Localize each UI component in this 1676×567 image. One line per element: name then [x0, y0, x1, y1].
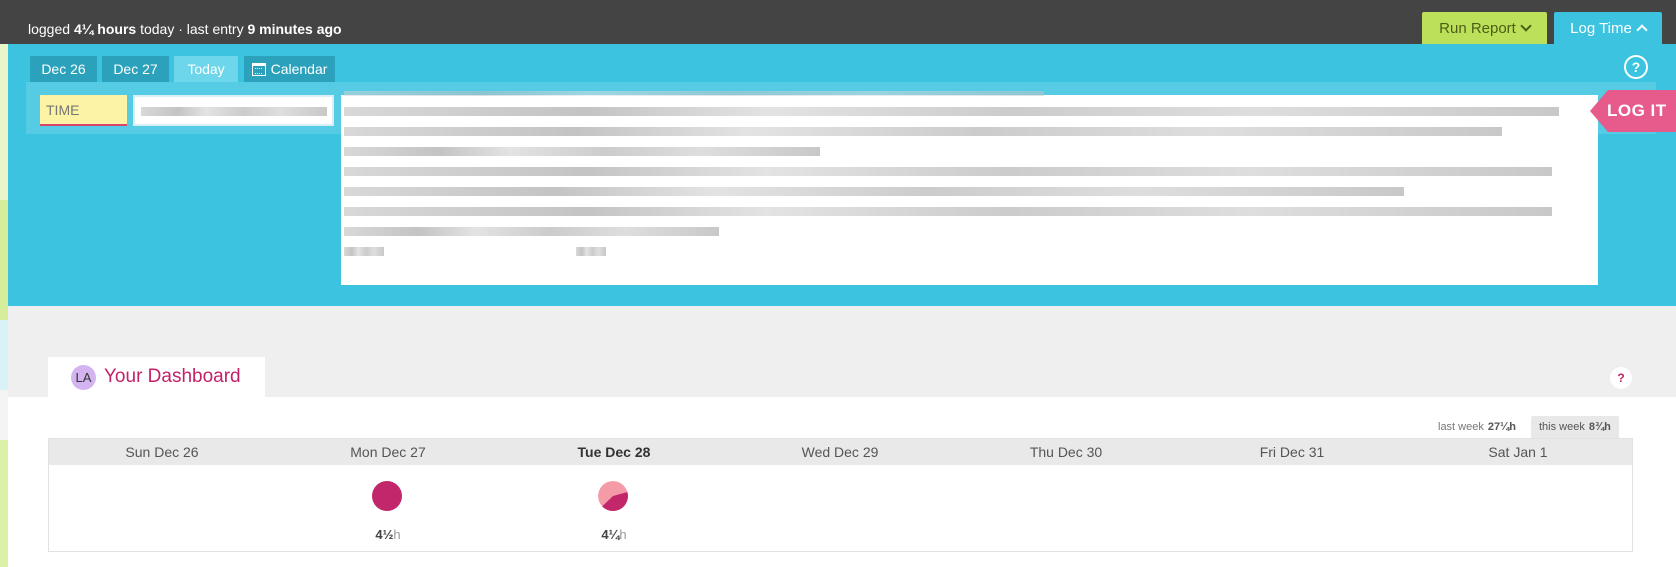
- tab-label: Dec 27: [113, 61, 158, 77]
- last-week-toggle[interactable]: last week 27¼h: [1430, 416, 1524, 438]
- tab-label: Dec 26: [41, 61, 86, 77]
- edge-strip: [0, 440, 8, 567]
- day-label: Tue Dec 28: [577, 444, 651, 460]
- chevron-up-icon: [1636, 23, 1648, 36]
- this-week-toggle[interactable]: this week 8¾h: [1531, 416, 1619, 438]
- day-label: Thu Dec 30: [1029, 444, 1103, 460]
- day-column[interactable]: Tue Dec 28 4¼h: [501, 439, 727, 542]
- this-week-label: this week: [1539, 421, 1585, 433]
- day-label: Sun Dec 26: [125, 444, 199, 460]
- day-column: Sat Jan 1: [1405, 439, 1631, 465]
- day-hours: 4½h: [275, 527, 501, 542]
- avatar: LA: [71, 364, 96, 390]
- notes-field[interactable]: [341, 91, 1598, 285]
- project-input[interactable]: [133, 95, 334, 126]
- day-hours-pie: [372, 481, 402, 511]
- hours-unit: h: [619, 527, 627, 542]
- day-column: Sun Dec 26: [49, 439, 275, 465]
- this-week-hours: 8¾h: [1588, 421, 1611, 433]
- logged-status: logged 4¼ hours today · last entry 9 min…: [28, 21, 342, 37]
- day-label: Fri Dec 31: [1259, 444, 1325, 460]
- edge-strip: [0, 390, 8, 440]
- edge-strip: [0, 44, 8, 200]
- day-column: Fri Dec 31: [1179, 439, 1405, 465]
- edge-strip: [0, 200, 8, 320]
- run-report-label: Run Report: [1439, 19, 1516, 37]
- tab-label: Calendar: [270, 61, 328, 77]
- tab-dec-26[interactable]: Dec 26: [30, 56, 97, 82]
- run-report-button[interactable]: Run Report: [1422, 12, 1547, 44]
- day-label: Sat Jan 1: [1488, 444, 1548, 460]
- tab-your-dashboard[interactable]: LA Your Dashboard: [48, 357, 265, 397]
- hours-value: 4¼: [601, 527, 620, 542]
- last-week-hours: 27¼h: [1487, 421, 1516, 433]
- tab-dec-27[interactable]: Dec 27: [102, 56, 169, 82]
- day-hours-pie: [598, 481, 628, 511]
- help-icon[interactable]: ?: [1610, 367, 1632, 389]
- log-time-label: Log Time: [1570, 19, 1632, 37]
- day-label: Wed Dec 29: [801, 444, 879, 460]
- day-column[interactable]: Mon Dec 27 4½h: [275, 439, 501, 542]
- edge-strip: [0, 320, 8, 390]
- day-label: Mon Dec 27: [350, 444, 426, 460]
- tab-today[interactable]: Today: [174, 56, 238, 82]
- status-middle: today · last entry: [136, 21, 248, 37]
- help-icon[interactable]: ?: [1624, 55, 1648, 79]
- time-input[interactable]: [40, 95, 127, 126]
- tab-label: Today: [187, 61, 225, 77]
- week-calendar: Sun Dec 26 Mon Dec 27 4½h Tue Dec 28 4¼h…: [48, 438, 1633, 552]
- log-time-button[interactable]: Log Time: [1554, 12, 1662, 44]
- chevron-down-icon: [1520, 20, 1532, 32]
- logged-hours: 4¼ hours: [73, 21, 137, 37]
- day-hours: 4¼h: [501, 527, 727, 542]
- hours-value: 4½: [375, 527, 394, 542]
- day-column: Thu Dec 30: [953, 439, 1179, 465]
- status-prefix: logged: [28, 21, 74, 37]
- log-it-label: LOG IT: [1607, 101, 1667, 120]
- tab-calendar[interactable]: Calendar: [244, 56, 335, 82]
- day-column: Wed Dec 29: [727, 439, 953, 465]
- last-entry-time: 9 minutes ago: [247, 21, 342, 37]
- calendar-icon: [251, 62, 266, 76]
- dashboard-title: Your Dashboard: [104, 366, 241, 387]
- last-week-label: last week: [1438, 421, 1484, 433]
- hours-unit: h: [393, 527, 401, 542]
